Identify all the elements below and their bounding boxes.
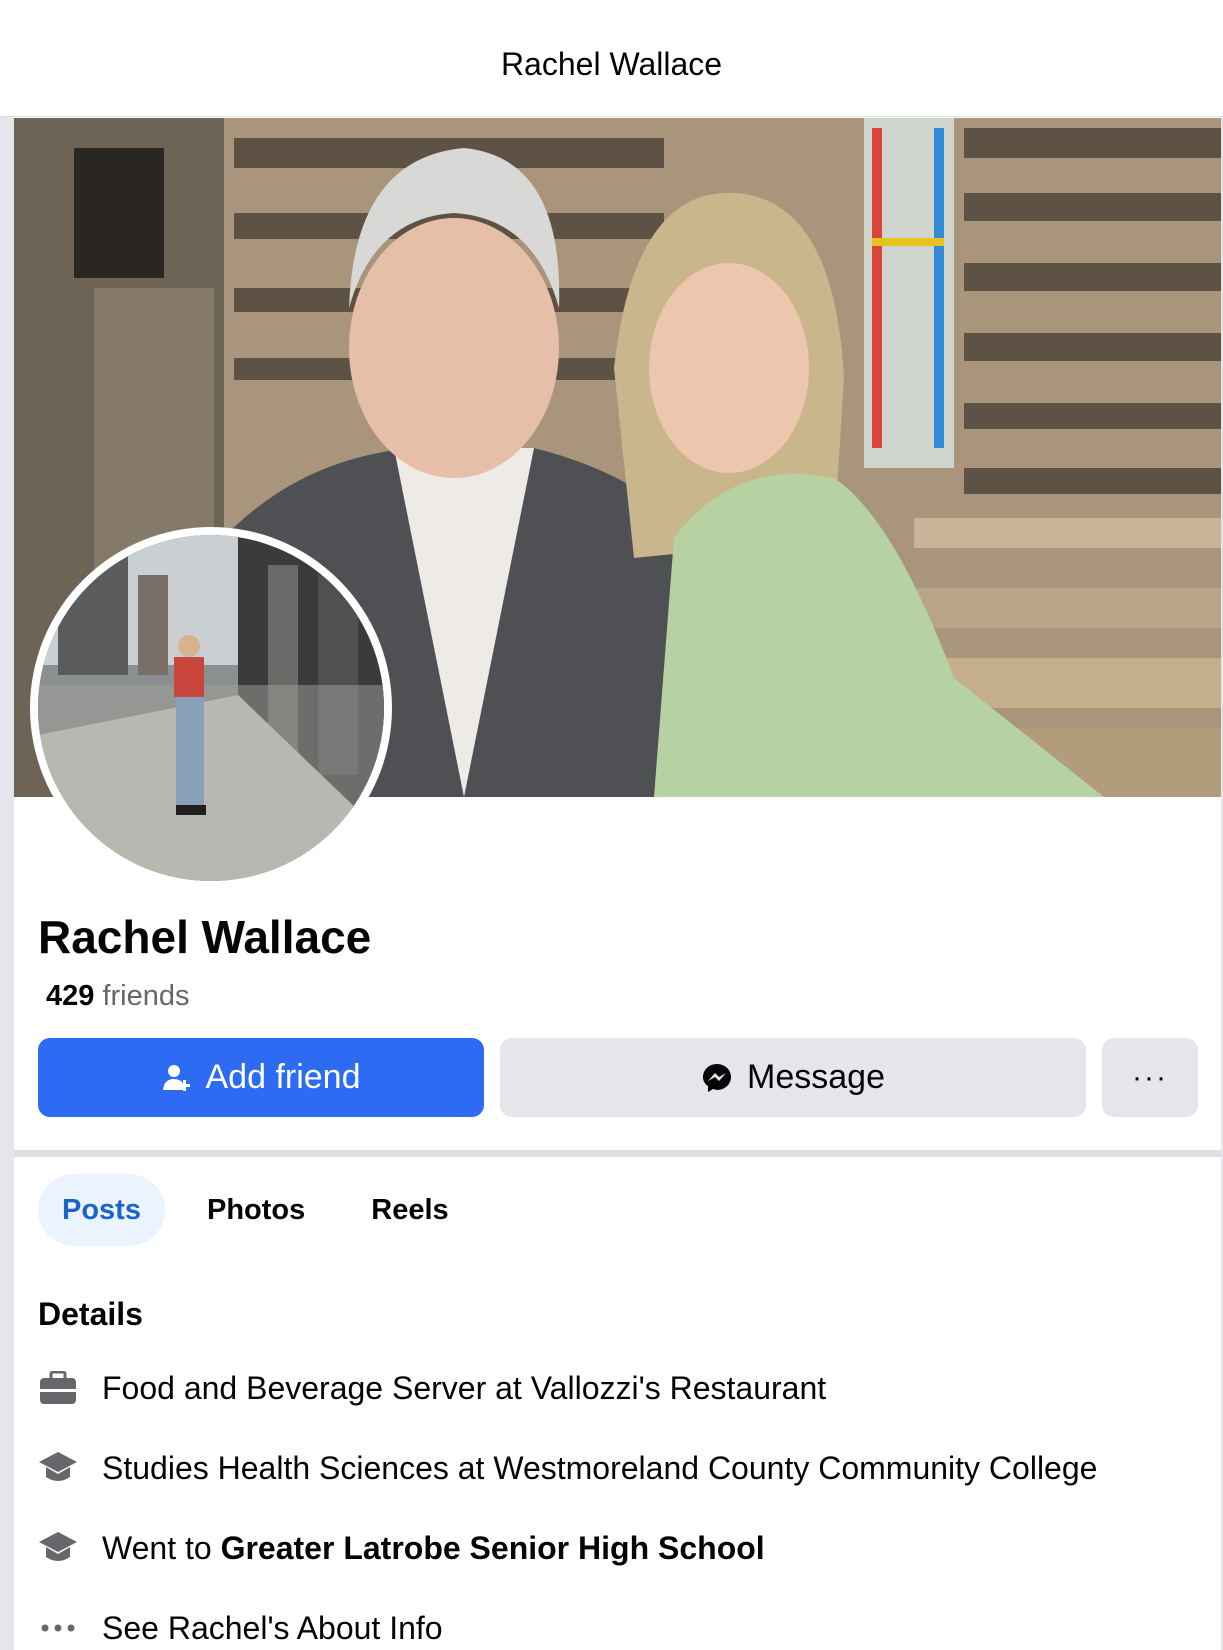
detail-work: Food and Beverage Server at Vallozzi's R… (38, 1366, 826, 1410)
details-heading: Details (38, 1296, 143, 1332)
message-button[interactable]: Message (500, 1038, 1086, 1117)
profile-picture-image (38, 535, 384, 881)
graduation-cap-icon (38, 1448, 78, 1488)
tab-posts[interactable]: Posts (38, 1174, 165, 1246)
add-person-icon (162, 1063, 192, 1093)
add-friend-label: Add friend (205, 1058, 361, 1096)
profile-picture[interactable] (38, 535, 384, 881)
more-options-button[interactable]: ··· (1102, 1038, 1198, 1117)
highschool-link[interactable]: Greater Latrobe Senior High School (221, 1530, 765, 1567)
detail-education-college: Studies Health Sciences at Westmoreland … (38, 1446, 1097, 1490)
detail-work-text: Food and Beverage Server at Vallozzi's R… (102, 1369, 827, 1406)
friends-count-number: 429 (46, 980, 95, 1012)
detail-education-highschool: Went to Greater Latrobe Senior High Scho… (38, 1526, 765, 1570)
tab-reels[interactable]: Reels (347, 1174, 472, 1246)
top-bar: Rachel Wallace (0, 0, 1223, 117)
page-title: Rachel Wallace (500, 46, 723, 82)
tab-photos[interactable]: Photos (183, 1174, 329, 1246)
friends-count-label: friends (102, 980, 190, 1012)
profile-tabs: Posts Photos Reels (38, 1174, 491, 1246)
profile-name: Rachel Wallace (38, 911, 372, 963)
about-info-link[interactable]: See Rachel's About Info (102, 1610, 443, 1647)
section-divider (14, 1150, 1221, 1157)
messenger-icon (701, 1062, 733, 1094)
left-gutter (0, 117, 14, 1650)
more-dots-icon: ··· (1132, 1060, 1168, 1094)
briefcase-icon (38, 1368, 78, 1408)
detail-about-info[interactable]: See Rachel's About Info (38, 1606, 443, 1650)
more-dots-icon (38, 1608, 78, 1648)
detail-highschool-prefix: Went to (102, 1529, 221, 1566)
graduation-cap-icon (38, 1528, 78, 1568)
add-friend-button[interactable]: Add friend (38, 1038, 484, 1117)
friends-count[interactable]: 429 friends (46, 980, 190, 1013)
detail-college-text: Studies Health Sciences at Westmoreland … (102, 1449, 1098, 1486)
message-label: Message (747, 1058, 885, 1096)
